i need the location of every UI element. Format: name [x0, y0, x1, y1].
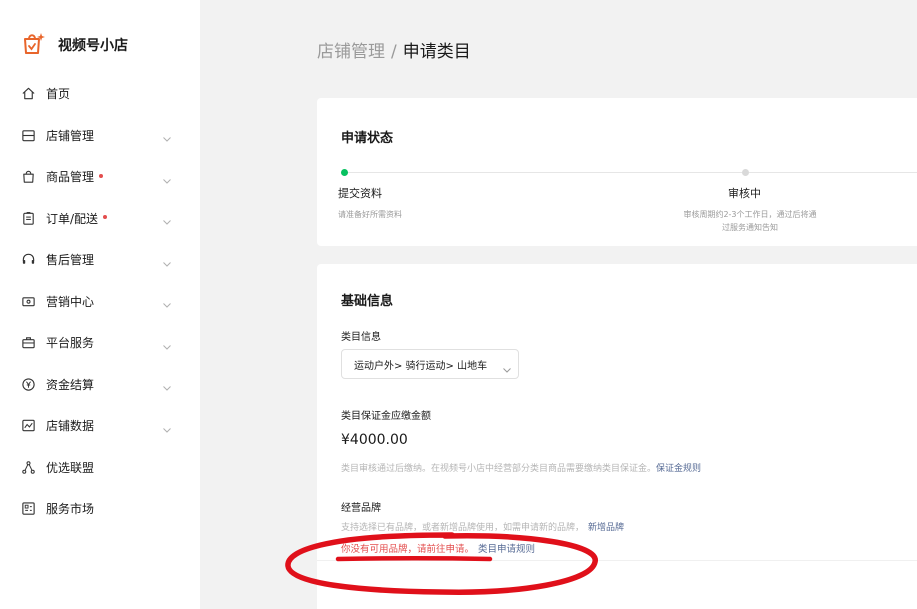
chevron-down-icon [162, 420, 172, 433]
breadcrumb: 店铺管理 / 申请类目 [317, 37, 471, 62]
deposit-amount: ¥4000.00 [341, 432, 408, 448]
sidebar-item-label: 优选联盟 [46, 460, 95, 475]
chevron-down-icon [162, 378, 172, 391]
step-review-title: 审核中 [728, 187, 761, 200]
sidebar-item-orders[interactable]: 订单/配送 [0, 198, 200, 240]
step-review-desc-line: 过服务通知告知 [722, 223, 778, 232]
chevron-down-icon [162, 254, 172, 267]
sidebar-item-label: 店铺管理 [46, 128, 95, 143]
yen-icon [20, 376, 36, 392]
sidebar-item-label: 订单/配送 [46, 211, 99, 226]
progress-line [345, 172, 917, 173]
shop-bag-logo-icon [20, 30, 46, 60]
deposit-hint-text: 类目审核通过后缴纳。在视频号小店中经营部分类目商品需要缴纳类目保证金。 [341, 464, 657, 474]
clipboard-icon [20, 210, 36, 226]
step-done-dot [341, 169, 348, 176]
category-select[interactable]: 运动户外> 骑行运动> 山地车 [341, 349, 519, 379]
basic-info-card: 基础信息 类目信息 运动户外> 骑行运动> 山地车 类目保证金应缴金额 ¥400… [317, 264, 917, 609]
sidebar-item-marketing[interactable]: 营销中心 [0, 281, 200, 323]
sidebar-item-service-market[interactable]: 服务市场 [0, 488, 200, 530]
network-icon [20, 459, 36, 475]
sidebar-item-label: 店铺数据 [46, 419, 95, 434]
home-icon [20, 86, 36, 102]
app-logo[interactable]: 视频号小店 [20, 30, 128, 60]
chevron-down-icon [162, 295, 172, 308]
step-submit-title: 提交资料 [338, 187, 382, 200]
sidebar-item-store-management[interactable]: 店铺管理 [0, 115, 200, 157]
brand-hint: 支持选择已有品牌，或者新增品牌使用，如需申请新的品牌， 新增品牌 [341, 520, 624, 533]
status-card-title: 申请状态 [341, 131, 394, 146]
category-select-value: 运动户外> 骑行运动> 山地车 [354, 360, 488, 372]
step-submit-desc: 请准备好所需资料 [338, 210, 402, 219]
deposit-rules-link[interactable]: 保证金规则 [656, 464, 701, 474]
divider [317, 560, 917, 561]
sidebar-item-label: 首页 [46, 87, 71, 102]
no-brand-warning-text[interactable]: 你没有可用品牌，请前往申请。 [341, 544, 474, 555]
ticket-icon [20, 293, 36, 309]
sidebar-item-label: 平台服务 [46, 336, 95, 351]
notification-dot [99, 173, 104, 178]
sidebar-item-product-management[interactable]: 商品管理 [0, 156, 200, 198]
store-icon [20, 127, 36, 143]
chevron-down-icon [162, 171, 172, 184]
sidebar: 视频号小店 首页 店铺管理 商品管理 订单/配送 售后管理 营销中心 平台服务 … [0, 0, 200, 609]
page-title: 申请类目 [402, 42, 471, 62]
bag-icon [20, 169, 36, 185]
sidebar-nav: 首页 店铺管理 商品管理 订单/配送 售后管理 营销中心 平台服务 资金结算 店… [0, 73, 200, 530]
sidebar-item-label: 售后管理 [46, 253, 95, 268]
chevron-down-icon [162, 212, 172, 225]
chevron-down-icon [162, 129, 172, 142]
brand-label: 经营品牌 [341, 503, 381, 514]
breadcrumb-parent-link[interactable]: 店铺管理 [317, 42, 385, 62]
sidebar-item-fund-settlement[interactable]: 资金结算 [0, 364, 200, 406]
sidebar-item-store-data[interactable]: 店铺数据 [0, 405, 200, 447]
deposit-label: 类目保证金应缴金额 [341, 411, 431, 422]
breadcrumb-separator: / [391, 42, 397, 62]
grid-icon [20, 501, 36, 517]
briefcase-icon [20, 335, 36, 351]
step-review-desc: 审核周期约2-3个工作日，通过后将通 过服务通知告知 [671, 208, 829, 234]
sidebar-item-affiliate-alliance[interactable]: 优选联盟 [0, 447, 200, 489]
headset-icon [20, 252, 36, 268]
chart-icon [20, 418, 36, 434]
category-label: 类目信息 [341, 332, 381, 343]
sidebar-item-after-sales[interactable]: 售后管理 [0, 239, 200, 281]
sidebar-item-platform-services[interactable]: 平台服务 [0, 322, 200, 364]
brand-hint-text: 支持选择已有品牌，或者新增品牌使用，如需申请新的品牌， [341, 523, 585, 533]
sidebar-item-label: 资金结算 [46, 377, 95, 392]
step-pending-dot [742, 169, 749, 176]
notification-dot [103, 215, 108, 220]
chevron-down-icon [162, 337, 172, 350]
deposit-hint: 类目审核通过后缴纳。在视频号小店中经营部分类目商品需要缴纳类目保证金。保证金规则 [341, 461, 701, 474]
basic-card-title: 基础信息 [341, 294, 394, 309]
step-review-desc-line: 审核周期约2-3个工作日，通过后将通 [683, 210, 817, 219]
sidebar-item-home[interactable]: 首页 [0, 73, 200, 115]
chevron-down-icon [502, 360, 512, 373]
sidebar-item-label: 服务市场 [46, 502, 95, 517]
no-brand-warning: 你没有可用品牌，请前往申请。 类目申请规则 [341, 541, 535, 555]
sidebar-item-label: 商品管理 [46, 170, 95, 185]
sidebar-item-label: 营销中心 [46, 294, 95, 309]
application-status-card: 申请状态 提交资料 请准备好所需资料 审核中 审核周期约2-3个工作日，通过后将… [317, 98, 917, 246]
app-name: 视频号小店 [58, 38, 128, 54]
category-rules-link[interactable]: 类目申请规则 [478, 544, 535, 555]
add-brand-link[interactable]: 新增品牌 [588, 523, 624, 533]
